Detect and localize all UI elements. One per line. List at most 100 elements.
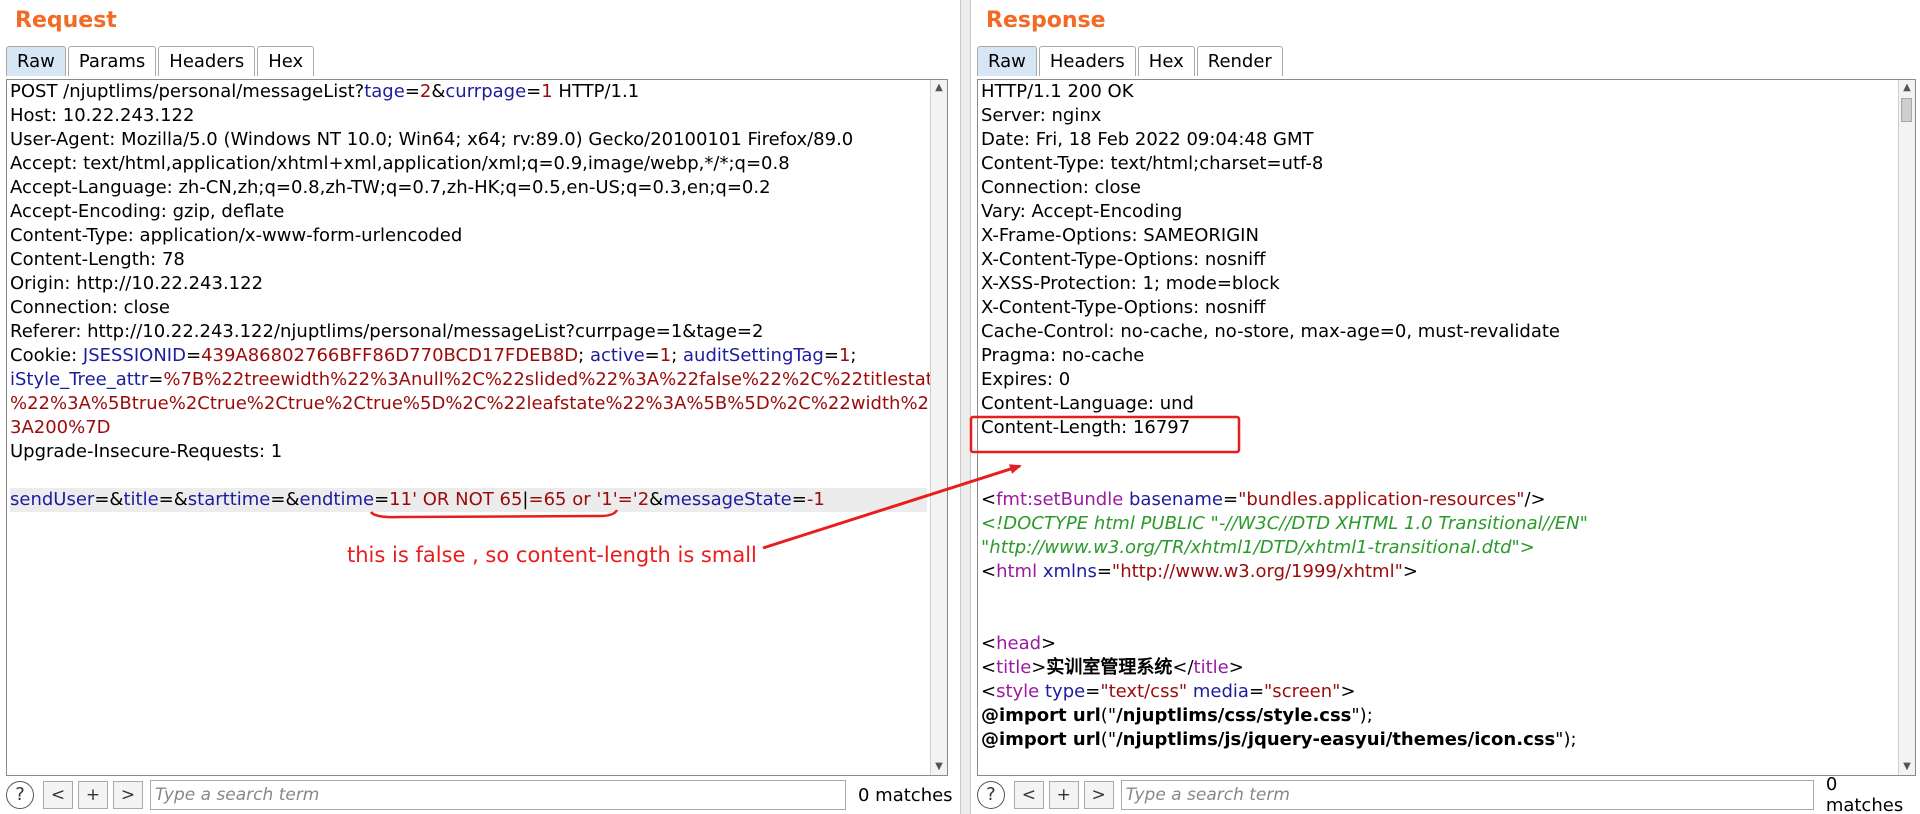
response-token: (" (1100, 729, 1117, 750)
request-token: = (823, 345, 839, 366)
response-token: > (1228, 657, 1244, 678)
request-token: messageState (663, 489, 792, 510)
request-token: -1 (806, 489, 825, 510)
response-token: = (1085, 681, 1101, 702)
request-line: sendUser=&title=&starttime=&endtime=11' … (10, 488, 927, 512)
scroll-down-icon[interactable]: ▼ (1899, 759, 1915, 775)
request-token: %7B%22treewidth%22%3Anull%2C%22slided%22… (163, 369, 944, 390)
response-search-bar: ? < + > Type a search term 0 matches (977, 774, 1920, 814)
response-token: type (1045, 681, 1086, 702)
response-tab-render[interactable]: Render (1196, 46, 1283, 76)
response-body-lines: HTTP/1.1 200 OK Server: nginx Date: Fri, 1… (981, 80, 1895, 752)
response-token: "http://www.w3.org/1999/xhtml" (1111, 561, 1403, 582)
request-editor[interactable]: POST /njuptlims/personal/messageList?tag… (6, 79, 948, 776)
response-line: Date: Fri, 18 Feb 2022 09:04:48 GMT (981, 128, 1895, 152)
request-line: 3A200%7D (10, 416, 927, 440)
request-token: 1 (541, 81, 553, 102)
response-search-input[interactable]: Type a search term (1120, 780, 1814, 810)
help-icon[interactable]: ? (977, 781, 1005, 809)
search-prev-button[interactable]: < (1013, 781, 1044, 809)
request-line: Referer: http://10.22.243.122/njuptlims/… (10, 320, 927, 344)
response-tab-headers[interactable]: Headers (1038, 46, 1136, 76)
search-next-button[interactable]: > (1083, 781, 1114, 809)
response-line: HTTP/1.1 200 OK (981, 80, 1895, 104)
response-token: Expires: 0 (981, 369, 1071, 390)
response-token: "http://www.w3.org/TR/xhtml1/DTD/xhtml1-… (981, 537, 1535, 558)
response-editor[interactable]: HTTP/1.1 200 OK Server: nginx Date: Fri, 1… (977, 79, 1916, 776)
search-add-button[interactable]: + (78, 781, 108, 809)
response-pane: Response Raw Headers Hex Render HTTP/1.1… (971, 0, 1920, 814)
response-line: Connection: close (981, 176, 1895, 200)
request-line: Host: 10.22.243.122 (10, 104, 927, 128)
search-prev-button[interactable]: < (43, 781, 73, 809)
response-line: <!DOCTYPE html PUBLIC "-//W3C//DTD XHTML… (981, 512, 1895, 536)
response-title: Response (986, 8, 1106, 33)
response-tabs: Raw Headers Hex Render (977, 46, 1285, 78)
request-line: Content-Type: application/x-www-form-url… (10, 224, 927, 248)
request-search-input[interactable]: Type a search term (150, 780, 846, 810)
request-token: = (644, 345, 660, 366)
response-token: fmt:setBundle (996, 489, 1124, 510)
request-title: Request (15, 8, 117, 33)
response-token: "); (1555, 729, 1577, 750)
response-line (981, 464, 1895, 488)
request-token: Accept: text/html,application/xhtml+xml,… (10, 153, 790, 174)
response-token: Content-Language: und (981, 393, 1194, 414)
request-token: POST /njuptlims/personal/messageList? (10, 81, 365, 102)
request-line: %22%3A%5Btrue%2Ctrue%2Ctrue%2Ctrue%5D%2C… (10, 392, 947, 416)
request-token: = (791, 489, 807, 510)
help-icon[interactable]: ? (6, 781, 34, 809)
response-line: Content-Length: 16797 (981, 416, 1895, 440)
request-token: %22%3A%5Btrue%2Ctrue%2Ctrue%2Ctrue%5D%2C… (10, 393, 948, 414)
response-token: = (1248, 681, 1265, 702)
response-token: /njuptlims/js/jquery-easyui/themes/icon.… (1116, 729, 1556, 750)
response-tab-raw[interactable]: Raw (977, 46, 1037, 76)
response-tab-hex[interactable]: Hex (1137, 46, 1195, 76)
scroll-up-icon[interactable]: ▲ (1899, 80, 1915, 96)
request-token: iStyle_Tree_attr (10, 369, 149, 390)
response-line: Content-Type: text/html;charset=utf-8 (981, 152, 1895, 176)
scroll-up-icon[interactable]: ▲ (931, 80, 947, 96)
response-token: title (1193, 657, 1229, 678)
response-token: <!DOCTYPE html PUBLIC "-//W3C//DTD XHTML… (981, 513, 1588, 534)
request-token: ; (671, 345, 683, 366)
request-token: sendUser (10, 489, 95, 510)
scrollbar-thumb[interactable] (1901, 98, 1912, 122)
request-token: Accept-Encoding: gzip, deflate (10, 201, 285, 222)
request-line: POST /njuptlims/personal/messageList?tag… (10, 80, 927, 104)
request-token: ; (850, 345, 857, 366)
response-line: X-XSS-Protection: 1; mode=block (981, 272, 1895, 296)
request-token: = (185, 345, 202, 366)
response-token: < (981, 489, 997, 510)
response-scrollbar[interactable]: ▲ ▼ (1898, 80, 1915, 775)
response-line: @import url("/njuptlims/css/style.css"); (981, 704, 1895, 728)
request-line: Upgrade-Insecure-Requests: 1 (10, 440, 927, 464)
request-line: Cookie: JSESSIONID=439A86802766BFF86D770… (10, 344, 927, 368)
request-tab-hex[interactable]: Hex (257, 46, 315, 76)
response-token: > (1402, 561, 1418, 582)
request-line: Accept-Language: zh-CN,zh;q=0.8,zh-TW;q=… (10, 176, 927, 200)
response-token: X-Content-Type-Options: nosniff (981, 249, 1266, 270)
request-token: =& (270, 489, 300, 510)
response-token: Pragma: no-cache (981, 345, 1145, 366)
search-add-button[interactable]: + (1048, 781, 1079, 809)
scroll-down-icon[interactable]: ▼ (931, 759, 947, 775)
request-tab-params[interactable]: Params (67, 46, 157, 76)
request-token: 1 (659, 345, 672, 366)
request-line: Accept-Encoding: gzip, deflate (10, 200, 927, 224)
search-next-button[interactable]: > (113, 781, 143, 809)
response-token: html (996, 561, 1038, 582)
request-tab-headers[interactable]: Headers (158, 46, 256, 76)
request-token: Connection: close (10, 297, 170, 318)
request-scrollbar[interactable]: ▲ ▼ (930, 80, 947, 775)
pane-splitter[interactable] (960, 0, 971, 814)
response-token: X-Content-Type-Options: nosniff (981, 297, 1266, 318)
response-line: X-Frame-Options: SAMEORIGIN (981, 224, 1895, 248)
response-token: > (1340, 681, 1356, 702)
response-token: < (981, 633, 997, 654)
request-search-bar: ? < + > Type a search term 0 matches (6, 779, 953, 811)
request-token: User-Agent: Mozilla/5.0 (Windows NT 10.0… (10, 129, 854, 150)
request-tab-raw[interactable]: Raw (6, 46, 66, 76)
request-token: Host: 10.22.243.122 (10, 105, 195, 126)
request-token: Referer: http://10.22.243.122/njuptlims/… (10, 321, 764, 342)
